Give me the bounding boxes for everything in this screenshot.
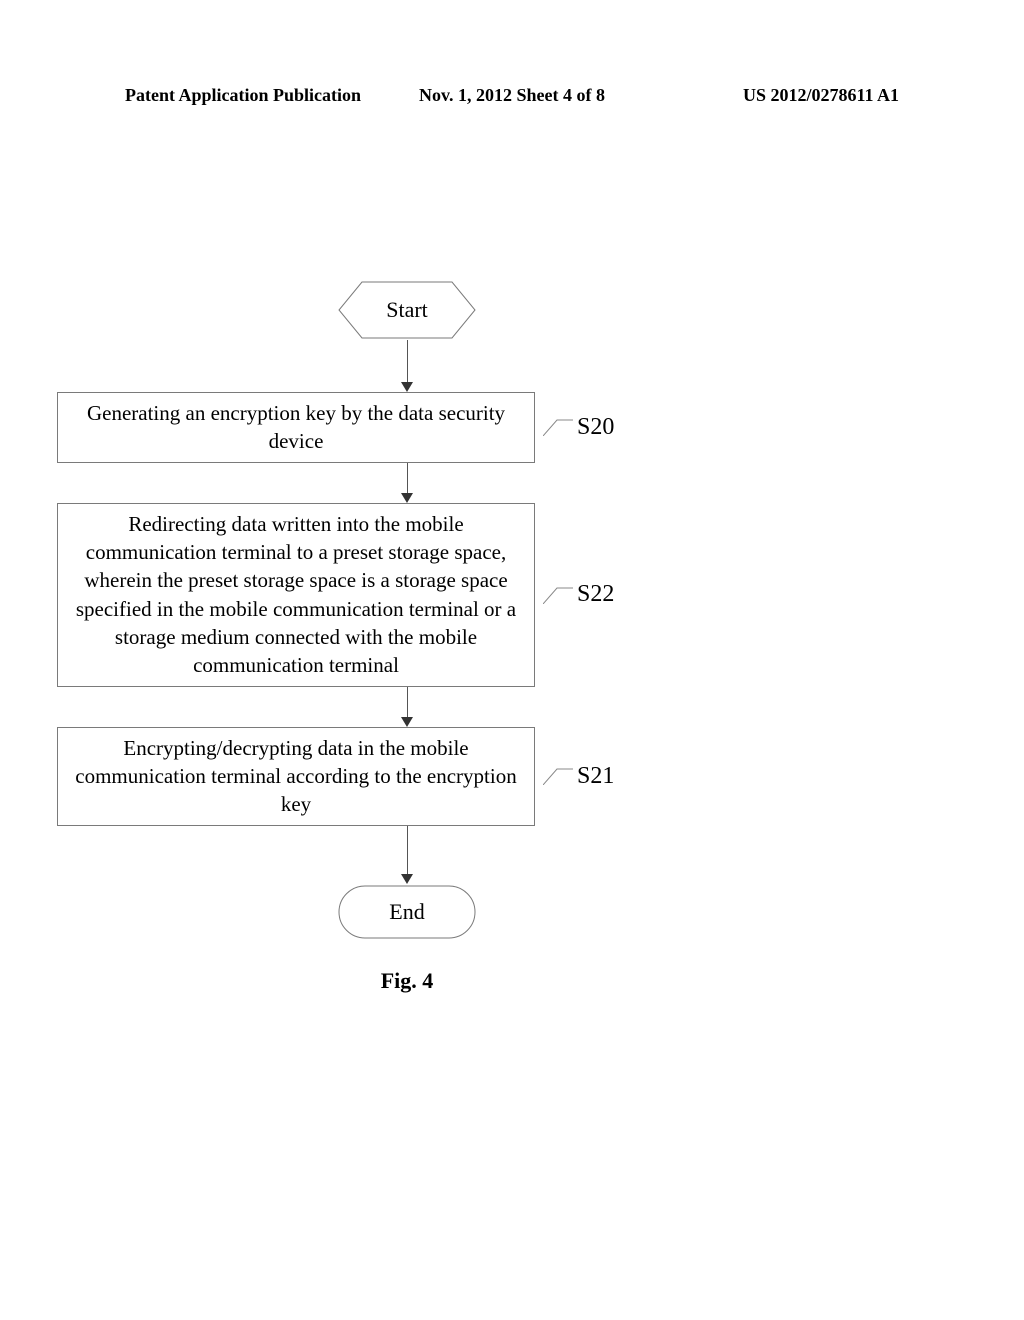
process-step: Redirecting data written into the mobile… bbox=[57, 503, 535, 687]
header-right: US 2012/0278611 A1 bbox=[641, 85, 899, 106]
process-step: Generating an encryption key by the data… bbox=[57, 392, 535, 463]
end-terminator: End bbox=[337, 884, 477, 940]
flowchart: Start Generating an encryption key by th… bbox=[167, 280, 867, 994]
step-label: S20 bbox=[577, 414, 614, 441]
arrow-icon bbox=[401, 826, 413, 884]
arrow-icon bbox=[401, 340, 413, 392]
start-terminator: Start bbox=[337, 280, 477, 340]
arrow-icon bbox=[401, 463, 413, 503]
step-label: S22 bbox=[577, 581, 614, 608]
step-label-wrap: S21 bbox=[543, 763, 614, 790]
process-step: Encrypting/decrypting data in the mobile… bbox=[57, 727, 535, 826]
start-label: Start bbox=[386, 297, 428, 323]
header-left: Patent Application Publication bbox=[125, 85, 383, 106]
leader-line-icon bbox=[543, 767, 573, 785]
step-text: Encrypting/decrypting data in the mobile… bbox=[75, 736, 516, 817]
step-label-wrap: S20 bbox=[543, 414, 614, 441]
end-label: End bbox=[389, 899, 424, 925]
step-text: Redirecting data written into the mobile… bbox=[76, 512, 516, 678]
page-header: Patent Application Publication Nov. 1, 2… bbox=[125, 85, 899, 106]
leader-line-icon bbox=[543, 586, 573, 604]
step-label: S21 bbox=[577, 763, 614, 790]
step-label-wrap: S22 bbox=[543, 581, 614, 608]
figure-caption: Fig. 4 bbox=[167, 968, 647, 994]
header-center: Nov. 1, 2012 Sheet 4 of 8 bbox=[383, 85, 641, 106]
leader-line-icon bbox=[543, 418, 573, 436]
arrow-icon bbox=[401, 687, 413, 727]
step-text: Generating an encryption key by the data… bbox=[87, 401, 505, 453]
